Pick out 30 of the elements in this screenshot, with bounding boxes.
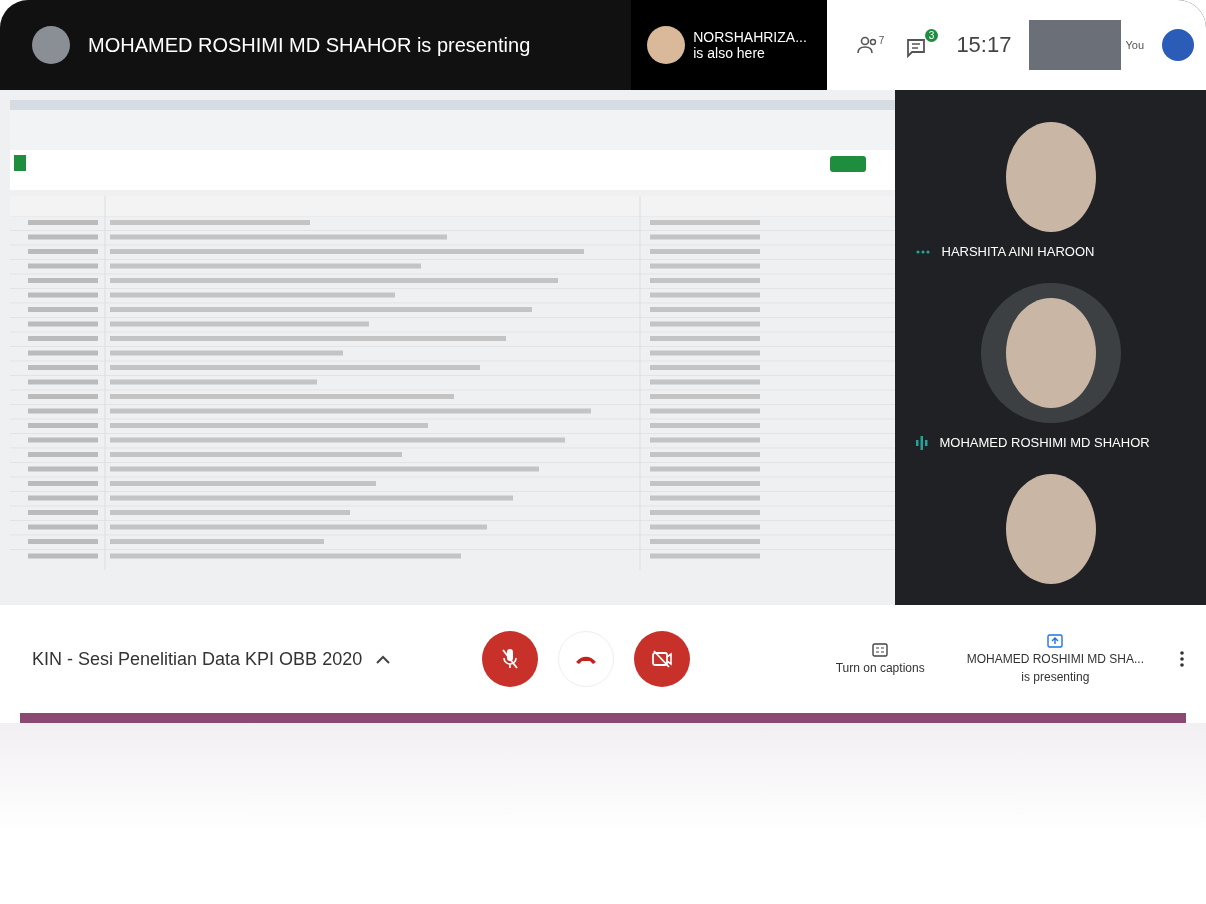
notification-badge: 3 — [924, 29, 939, 42]
people-icon — [856, 35, 879, 55]
clock-time: 15:17 — [956, 32, 1012, 58]
hang-up-button[interactable] — [558, 631, 614, 687]
caret-up-icon[interactable] — [376, 654, 391, 664]
meeting-title: KIN - Sesi Penelitian Data KPI OBB 2020 — [32, 648, 363, 670]
people-count: 7 — [878, 35, 885, 46]
self-label: You — [1125, 39, 1144, 51]
camera-button[interactable] — [634, 631, 690, 687]
people-button[interactable]: 7 — [854, 33, 887, 57]
captions-button[interactable]: Turn on captions — [829, 642, 931, 676]
present-screen-icon — [1047, 634, 1064, 648]
participant-name: NORSHAHRIZA... — [693, 29, 807, 45]
avatar-circle — [32, 26, 70, 64]
phone-icon — [575, 654, 597, 664]
camera-off-icon — [651, 650, 673, 668]
more-vert-icon[interactable] — [1180, 651, 1184, 667]
microphone-button[interactable] — [482, 631, 538, 687]
presenter-notice: MOHAMED ROSHIMI MD SHAHOR is presenting — [88, 33, 531, 57]
participant-name: HARSHITA AINI HAROON — [941, 244, 1095, 259]
captions-icon — [872, 643, 889, 657]
presenting-button[interactable]: MOHAMED ROSHIMI MD SHA... is presenting — [960, 633, 1150, 685]
chat-button[interactable]: 3 — [904, 29, 939, 61]
participant-name: MOHAMED ROSHIMI MD SHAHOR — [939, 435, 1150, 450]
avatar-circle — [647, 26, 686, 64]
avatar-circle — [1162, 29, 1194, 61]
presenter-name: MOHAMED ROSHIMI MD SHA... — [966, 652, 1144, 666]
presenting-caption: is presenting — [1021, 670, 1090, 684]
microphone-off-icon — [501, 648, 519, 670]
also-here-caption: is also here — [693, 45, 766, 61]
